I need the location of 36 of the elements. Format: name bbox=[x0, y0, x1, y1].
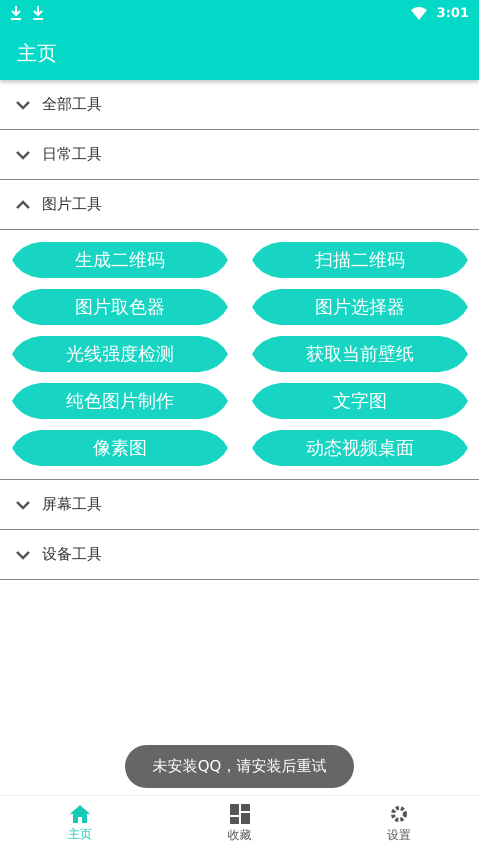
section-title: 图片工具 bbox=[42, 195, 102, 214]
section-title: 全部工具 bbox=[42, 95, 102, 114]
chevron-icon bbox=[16, 500, 30, 510]
section-header[interactable]: 全部工具 bbox=[0, 80, 479, 130]
tool-button[interactable]: 生成二维码 bbox=[12, 242, 228, 278]
chevron-icon bbox=[16, 200, 30, 210]
chevron-icon bbox=[16, 100, 30, 110]
section-title: 屏幕工具 bbox=[42, 495, 102, 514]
download-icon bbox=[10, 6, 22, 20]
tool-button[interactable]: 像素图 bbox=[12, 430, 228, 466]
nav-tab[interactable]: 主页 bbox=[0, 796, 160, 852]
wifi-icon bbox=[410, 6, 427, 20]
section-header[interactable]: 设备工具 bbox=[0, 530, 479, 580]
toast-message: 未安装QQ，请安装后重试 bbox=[125, 745, 354, 788]
section-header[interactable]: 日常工具 bbox=[0, 130, 479, 180]
nav-tab[interactable]: 收藏 bbox=[160, 796, 320, 852]
section-title: 日常工具 bbox=[42, 145, 102, 164]
section-title: 设备工具 bbox=[42, 545, 102, 564]
tool-button[interactable]: 光线强度检测 bbox=[12, 336, 228, 372]
chevron-icon bbox=[16, 550, 30, 560]
tool-button[interactable]: 纯色图片制作 bbox=[12, 383, 228, 419]
tool-button[interactable]: 获取当前壁纸 bbox=[252, 336, 468, 372]
download-icon bbox=[32, 6, 44, 20]
chevron-icon bbox=[16, 150, 30, 160]
tool-button[interactable]: 文字图 bbox=[252, 383, 468, 419]
status-time: 3:01 bbox=[436, 6, 469, 20]
tool-button[interactable]: 图片选择器 bbox=[252, 289, 468, 325]
section-header[interactable]: 屏幕工具 bbox=[0, 480, 479, 530]
tool-button[interactable]: 扫描二维码 bbox=[252, 242, 468, 278]
grid-icon bbox=[230, 804, 250, 824]
tool-button[interactable]: 图片取色器 bbox=[12, 289, 228, 325]
home-icon bbox=[70, 805, 90, 823]
nav-tab[interactable]: 设置 bbox=[319, 796, 479, 852]
tool-button[interactable]: 动态视频桌面 bbox=[252, 430, 468, 466]
app-title: 主页 bbox=[17, 40, 57, 66]
section-header[interactable]: 图片工具 bbox=[0, 180, 479, 230]
